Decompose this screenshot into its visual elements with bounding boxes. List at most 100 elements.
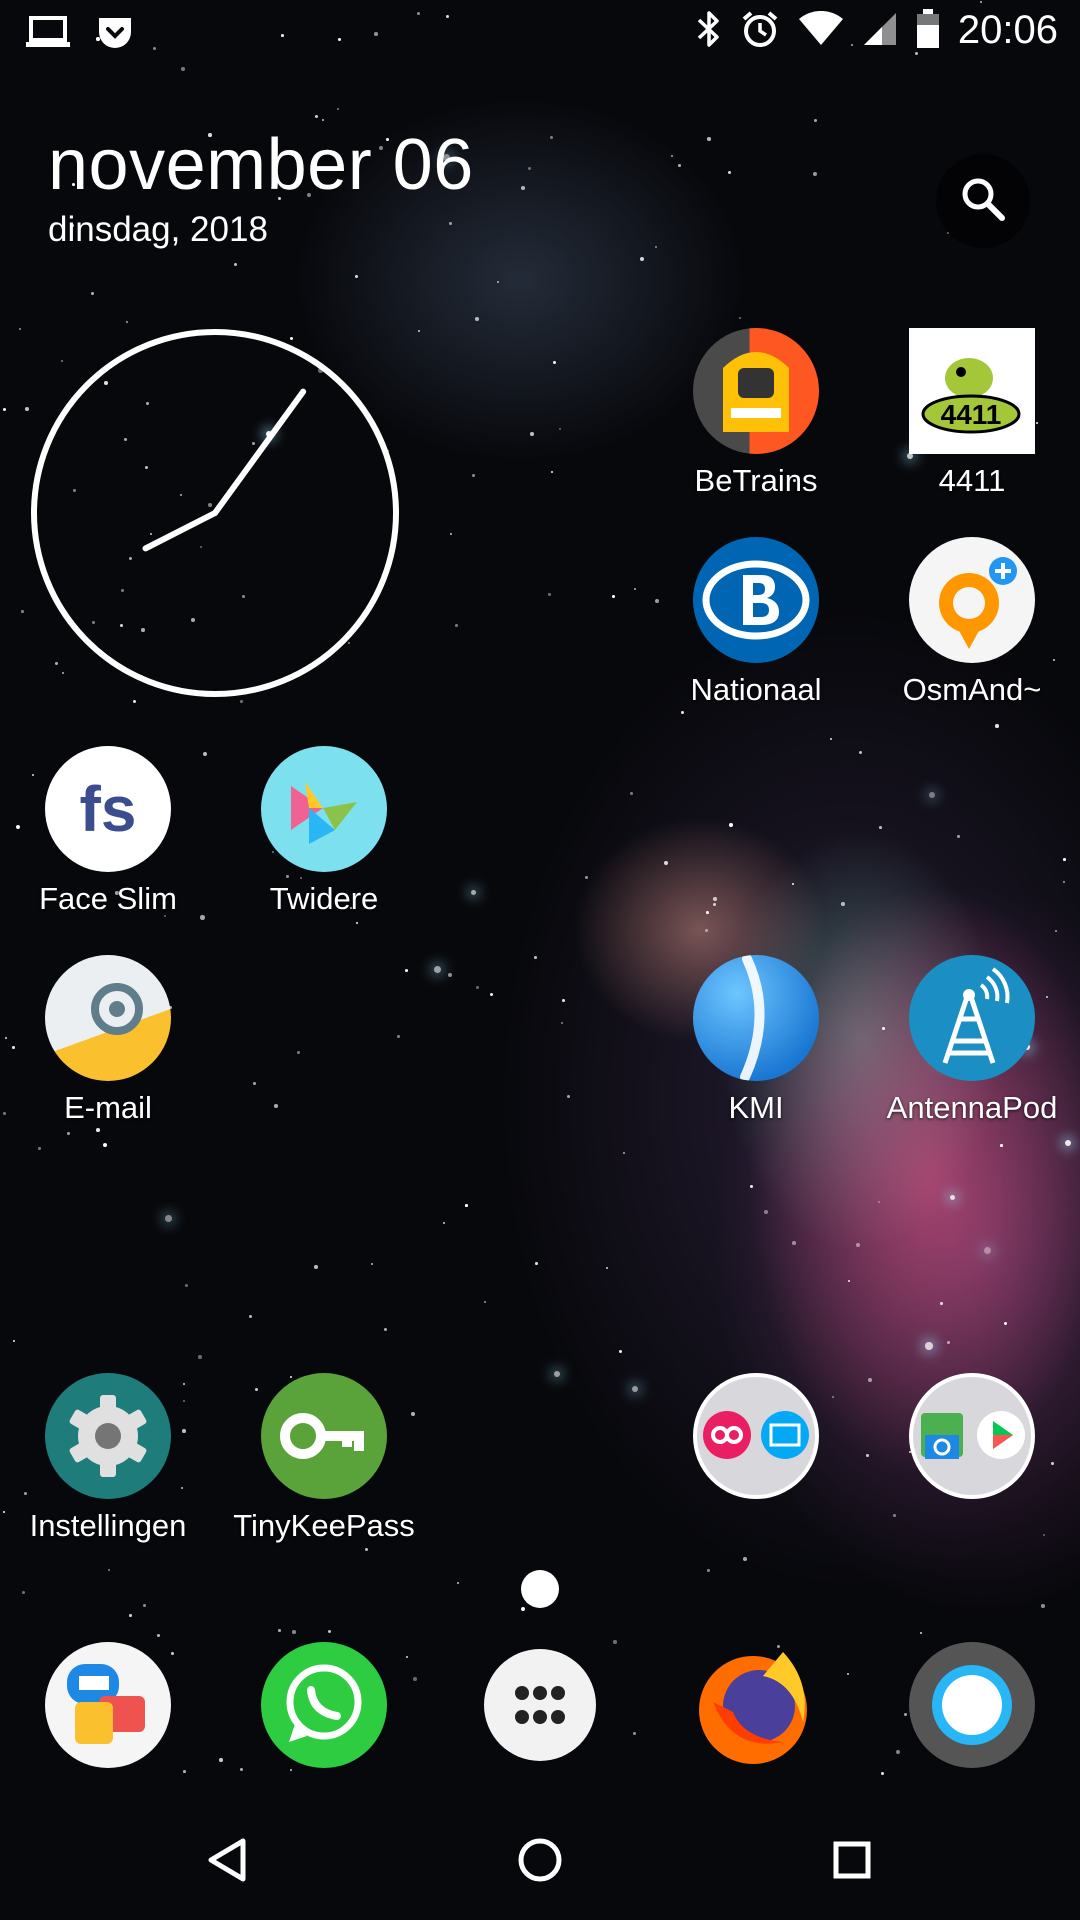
navigation-bar [0,1800,1080,1920]
wallpaper-star [640,257,644,261]
wallpaper-star [1000,1144,1003,1147]
wallpaper-star [879,826,882,829]
whatsapp-icon [261,1642,387,1768]
wallpaper-star [3,1511,6,1514]
wallpaper-star [729,823,733,827]
4411-logo-icon: 4411 [909,328,1035,454]
wallpaper-star [728,171,732,175]
app-email[interactable]: E-mail [8,955,208,1127]
dock-camera[interactable] [872,1642,1072,1768]
wallpaper-star [133,700,137,704]
wallpaper-star [655,246,658,249]
wallpaper-star [634,588,637,591]
wallpaper-star [950,1195,956,1201]
recents-button[interactable] [812,1820,892,1900]
wallpaper-star [567,1095,571,1099]
app-nationaal[interactable]: Nationaal [656,537,856,709]
back-button[interactable] [188,1820,268,1900]
wallpaper-star [19,328,21,330]
wallpaper-star [612,595,615,598]
infinity-app-icon [703,1411,751,1459]
messages-icon [45,1642,171,1768]
wallpaper-star [1063,881,1066,884]
app-4411[interactable]: 4411 4411 [872,328,1072,500]
wallpaper-star [535,1262,538,1265]
wallpaper-star [103,1143,108,1148]
wallpaper-star [521,1607,526,1612]
wallpaper-star [528,167,532,171]
app-drawer-icon [484,1649,596,1761]
date-subtitle[interactable]: dinsdag, 2018 [48,210,268,250]
wallpaper-star [21,610,24,613]
wallpaper-star [750,1185,754,1189]
wallpaper-star [356,922,359,925]
wallpaper-star [947,1341,950,1344]
search-button[interactable] [936,154,1030,248]
wallpaper-star [418,330,421,333]
wallpaper-star [91,292,95,296]
app-twidere[interactable]: Twidere [224,746,424,918]
wallpaper-star [297,1051,301,1055]
battery-icon [916,8,940,53]
dock-firefox[interactable] [656,1642,856,1768]
wallpaper-star [165,1215,172,1222]
wallpaper-star [219,1758,223,1762]
kmi-icon [693,955,819,1081]
analog-clock-widget[interactable] [30,328,400,698]
laptop-icon [26,14,70,56]
wallpaper-star [553,361,557,365]
wallpaper-star [450,533,453,536]
app-osmand[interactable]: OsmAnd~ [872,537,1072,709]
app-tinykeepass[interactable]: TinyKeePass [224,1373,424,1545]
wallpaper-star [457,1582,460,1585]
wallpaper-star [813,172,817,176]
wallpaper-star [371,1263,374,1266]
folder-2[interactable] [872,1373,1072,1499]
app-label: E-mail [64,1090,152,1125]
wallpaper-star [108,1569,111,1572]
wallpaper-star [397,1035,400,1038]
wallpaper-star [448,973,453,978]
date-title[interactable]: november 06 [48,124,474,206]
wallpaper-star [534,956,537,959]
wallpaper-star [841,902,845,906]
app-label: KMI [728,1090,784,1125]
alarm-icon [740,9,780,53]
app-label: 4411 [938,463,1006,498]
wallpaper-star [550,136,553,139]
dock-messages[interactable] [8,1642,208,1768]
wallpaper-star [554,1371,561,1378]
antennapod-icon [909,955,1035,1081]
wallpaper-star [681,711,685,715]
wallpaper-star [548,593,551,596]
wallpaper-star [490,993,494,997]
wallpaper-star [530,432,534,436]
dock-app-drawer[interactable] [440,1642,640,1761]
wallpaper-star [253,1082,256,1085]
dock-whatsapp[interactable] [224,1642,424,1768]
wallpaper-star [619,1350,623,1354]
app-betrains[interactable]: BeTrains [656,328,856,500]
home-button[interactable] [500,1820,580,1900]
wallpaper-star [1041,1604,1045,1608]
wifi-icon [798,10,844,51]
home-circle-icon [518,1838,562,1882]
folder-1[interactable] [656,1373,856,1499]
wallpaper-star [1063,858,1066,861]
app-faceslim[interactable]: fs Face Slim [8,746,208,918]
wallpaper-star [920,1632,923,1635]
app-antennapod[interactable]: AntennaPod [872,955,1072,1127]
wallpaper-star [157,1634,161,1638]
wallpaper-star [706,911,709,914]
wallpaper-star [465,1204,468,1207]
wallpaper-star [671,155,673,157]
key-icon [261,1373,387,1499]
wallpaper-star [314,1265,318,1269]
betrains-icon [693,328,819,454]
search-icon [958,174,1008,228]
wallpaper-star [290,1769,293,1772]
back-triangle-icon [208,1838,246,1882]
app-kmi[interactable]: KMI [656,955,856,1127]
app-instellingen[interactable]: Instellingen [8,1373,208,1545]
wallpaper-star [25,407,30,412]
